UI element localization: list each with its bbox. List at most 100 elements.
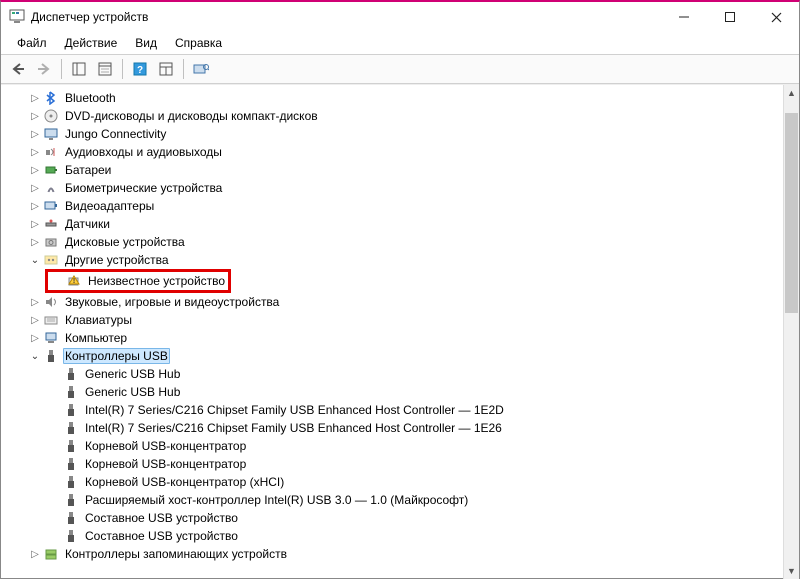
toolbar-separator: [122, 59, 123, 79]
expand-icon[interactable]: ▷: [29, 164, 41, 176]
tree-item-usb-controllers[interactable]: ⌄ Контроллеры USB: [1, 347, 783, 365]
expand-icon[interactable]: ▷: [29, 332, 41, 344]
tree-label: DVD-дисководы и дисководы компакт-дисков: [63, 109, 320, 123]
storage-controller-icon: [43, 546, 59, 562]
tree-item-jungo[interactable]: ▷ Jungo Connectivity: [1, 125, 783, 143]
tree-item-usb-child[interactable]: ▷Generic USB Hub: [1, 365, 783, 383]
app-icon: [9, 9, 25, 25]
display-adapter-icon: [43, 198, 59, 214]
expand-icon[interactable]: ▷: [29, 128, 41, 140]
close-button[interactable]: [753, 2, 799, 32]
tree-label: Корневой USB-концентратор: [83, 439, 248, 453]
tree-label: Составное USB устройство: [83, 529, 240, 543]
toolbar-separator: [61, 59, 62, 79]
tree-item-usb-child[interactable]: ▷Составное USB устройство: [1, 509, 783, 527]
tree-label: Расширяемый хост-контроллер Intel(R) USB…: [83, 493, 470, 507]
tree-item-dvd[interactable]: ▷ DVD-дисководы и дисководы компакт-диск…: [1, 107, 783, 125]
menu-file[interactable]: Файл: [9, 34, 55, 52]
expand-icon[interactable]: ▷: [29, 296, 41, 308]
tree-item-video-adapters[interactable]: ▷ Видеоадаптеры: [1, 197, 783, 215]
expand-icon[interactable]: ▷: [29, 200, 41, 212]
expand-icon[interactable]: ▷: [29, 110, 41, 122]
tree-item-usb-child[interactable]: ▷Корневой USB-концентратор (xHCI): [1, 473, 783, 491]
expand-icon[interactable]: ▷: [29, 314, 41, 326]
tree-label: Звуковые, игровые и видеоустройства: [63, 295, 281, 309]
tree-item-biometric[interactable]: ▷ Биометрические устройства: [1, 179, 783, 197]
tree-item-usb-child[interactable]: ▷Intel(R) 7 Series/C216 Chipset Family U…: [1, 401, 783, 419]
tree-label: Контроллеры запоминающих устройств: [63, 547, 289, 561]
expand-icon[interactable]: ▷: [29, 548, 41, 560]
usb-plug-icon: [63, 528, 79, 544]
tree-label: Intel(R) 7 Series/C216 Chipset Family US…: [83, 421, 504, 435]
tree-label: Intel(R) 7 Series/C216 Chipset Family US…: [83, 403, 506, 417]
tree-item-batteries[interactable]: ▷ Батареи: [1, 161, 783, 179]
sensor-icon: [43, 216, 59, 232]
tree-item-usb-child[interactable]: ▷Корневой USB-концентратор: [1, 437, 783, 455]
tree-item-bluetooth[interactable]: ▷ Bluetooth: [1, 89, 783, 107]
toolbar-separator: [183, 59, 184, 79]
show-hide-tree-button[interactable]: [68, 58, 90, 80]
svg-text:?: ?: [137, 65, 143, 76]
help-button[interactable]: ?: [129, 58, 151, 80]
collapse-icon[interactable]: ⌄: [29, 350, 41, 362]
tree-item-sensors[interactable]: ▷ Датчики: [1, 215, 783, 233]
usb-plug-icon: [63, 402, 79, 418]
tree-label: Корневой USB-концентратор (xHCI): [83, 475, 286, 489]
tree-item-storage-controllers[interactable]: ▷ Контроллеры запоминающих устройств: [1, 545, 783, 563]
tree-item-usb-child[interactable]: ▷Корневой USB-концентратор: [1, 455, 783, 473]
scroll-down-icon[interactable]: ▼: [784, 563, 799, 579]
menu-help[interactable]: Справка: [167, 34, 230, 52]
tree-label: Generic USB Hub: [83, 385, 182, 399]
expand-icon[interactable]: ▷: [29, 146, 41, 158]
menu-action[interactable]: Действие: [57, 34, 126, 52]
maximize-button[interactable]: [707, 2, 753, 32]
tree-label: Компьютер: [63, 331, 129, 345]
audio-jack-icon: [43, 144, 59, 160]
tree-item-usb-child[interactable]: ▷Расширяемый хост-контроллер Intel(R) US…: [1, 491, 783, 509]
usb-plug-icon: [63, 420, 79, 436]
fingerprint-icon: [43, 180, 59, 196]
expand-icon[interactable]: ▷: [29, 218, 41, 230]
tree-item-usb-child[interactable]: ▷Составное USB устройство: [1, 527, 783, 545]
usb-plug-icon: [63, 456, 79, 472]
toolbar: ?: [1, 54, 799, 84]
usb-plug-icon: [63, 474, 79, 490]
expand-icon[interactable]: ▷: [29, 182, 41, 194]
tree-label: Неизвестное устройство: [86, 274, 227, 288]
scroll-up-icon[interactable]: ▲: [784, 85, 799, 101]
keyboard-icon: [43, 312, 59, 328]
disc-icon: [43, 108, 59, 124]
forward-button[interactable]: [33, 58, 55, 80]
tree-item-keyboards[interactable]: ▷ Клавиатуры: [1, 311, 783, 329]
collapse-icon[interactable]: ⌄: [29, 254, 41, 266]
tree-item-unknown[interactable]: ▷ ! Неизвестное устройство: [48, 272, 228, 290]
minimize-button[interactable]: [661, 2, 707, 32]
tree-label: Батареи: [63, 163, 113, 177]
back-button[interactable]: [7, 58, 29, 80]
tree-item-usb-child[interactable]: ▷Generic USB Hub: [1, 383, 783, 401]
tree-item-disk[interactable]: ▷ Дисковые устройства: [1, 233, 783, 251]
scan-button[interactable]: [155, 58, 177, 80]
menu-view[interactable]: Вид: [127, 34, 165, 52]
scroll-thumb[interactable]: [785, 113, 798, 313]
tree-label: Другие устройства: [63, 253, 171, 267]
tree-item-audio-io[interactable]: ▷ Аудиовходы и аудиовыходы: [1, 143, 783, 161]
expand-icon[interactable]: ▷: [29, 92, 41, 104]
device-tree[interactable]: ▷ Bluetooth ▷ DVD-дисководы и дисководы …: [1, 85, 783, 579]
window-buttons: [661, 2, 799, 32]
vertical-scrollbar[interactable]: ▲ ▼: [783, 85, 799, 579]
usb-plug-icon: [63, 510, 79, 526]
tree-item-sound[interactable]: ▷ Звуковые, игровые и видеоустройства: [1, 293, 783, 311]
scan-hardware-button[interactable]: [190, 58, 212, 80]
tree-label: Jungo Connectivity: [63, 127, 168, 141]
tree-item-other[interactable]: ⌄ Другие устройства: [1, 251, 783, 269]
tree-label: Датчики: [63, 217, 112, 231]
tree-label: Клавиатуры: [63, 313, 134, 327]
tree-item-computer[interactable]: ▷ Компьютер: [1, 329, 783, 347]
computer-icon: [43, 330, 59, 346]
properties-button[interactable]: [94, 58, 116, 80]
usb-plug-icon: [63, 438, 79, 454]
disk-icon: [43, 234, 59, 250]
expand-icon[interactable]: ▷: [29, 236, 41, 248]
tree-item-usb-child[interactable]: ▷Intel(R) 7 Series/C216 Chipset Family U…: [1, 419, 783, 437]
